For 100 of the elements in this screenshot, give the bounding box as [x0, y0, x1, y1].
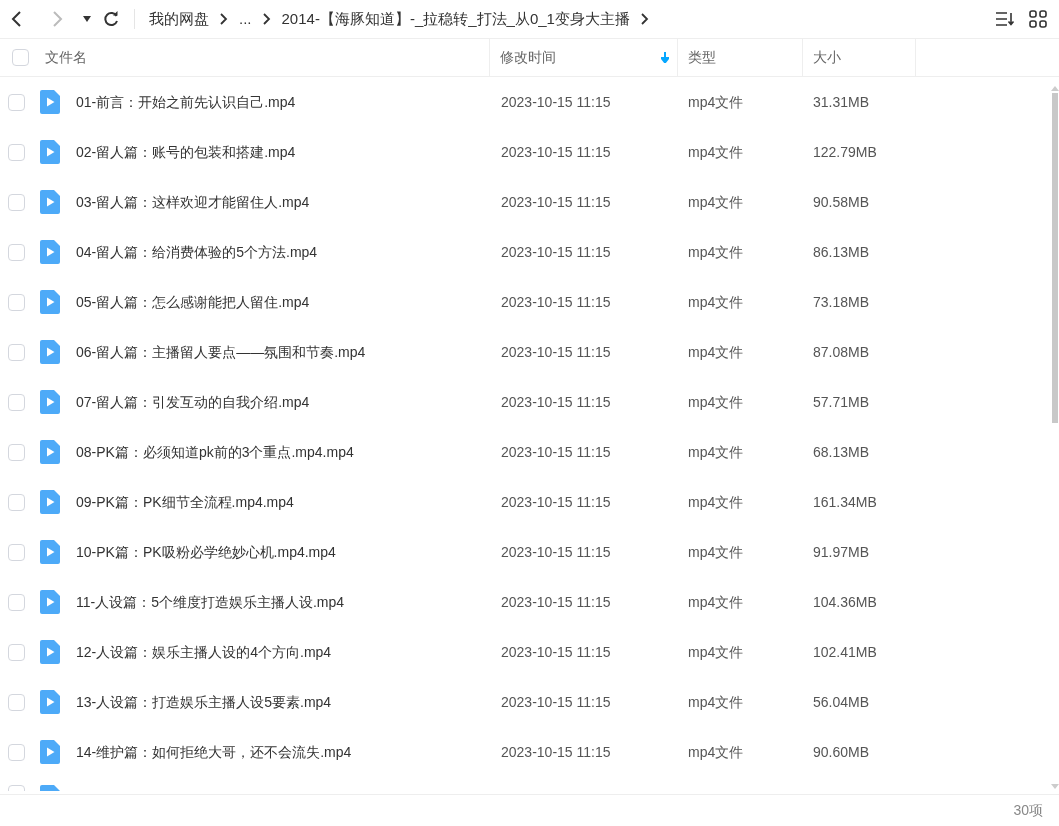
video-file-icon — [40, 540, 60, 564]
column-header[interactable]: 修改时间 — [490, 39, 678, 76]
column-header[interactable]: 大小 — [803, 39, 916, 76]
file-type: mp4文件 — [687, 742, 745, 762]
file-size: 122.79MB — [812, 142, 878, 162]
video-file-icon — [40, 440, 60, 464]
breadcrumb-item[interactable]: 我的网盘 — [149, 7, 209, 31]
file-row[interactable]: 05-留人篇：怎么感谢能把人留住.mp4 2023-10-15 11:15 mp4文件 73.18MB — [0, 277, 1051, 327]
sort-down-arrow-icon — [661, 52, 669, 63]
column-label: 文件名 — [45, 48, 87, 67]
modified-time: 2023-10-15 11:15 — [500, 492, 612, 512]
column-label: 大小 — [813, 48, 841, 67]
file-type: mp4文件 — [687, 142, 745, 162]
file-type: mp4文件 — [687, 442, 745, 462]
file-row[interactable]: 13-人设篇：打造娱乐主播人设5要素.mp4 2023-10-15 11:15 mp4文件 56.04MB — [0, 677, 1051, 727]
breadcrumb-item[interactable]: 2014-【海豚知道】-_拉稳转_打法_从0_1变身大主播 — [281, 7, 630, 31]
video-file-icon — [40, 690, 60, 714]
file-name: 03-留人篇：这样欢迎才能留住人.mp4 — [76, 192, 310, 212]
chevron-right-icon — [261, 13, 272, 25]
video-file-icon — [40, 240, 60, 264]
dropdown-caret-icon[interactable] — [82, 15, 92, 23]
video-file-icon — [40, 190, 60, 214]
file-row[interactable]: 01-前言：开始之前先认识自己.mp4 2023-10-15 11:15 mp4文件 31.31MB — [0, 77, 1051, 127]
checkbox[interactable] — [8, 443, 25, 461]
file-row[interactable]: 12-人设篇：娱乐主播人设的4个方向.mp4 2023-10-15 11:15 mp4文件 102.41MB — [0, 627, 1051, 677]
checkbox[interactable] — [8, 593, 25, 611]
file-row[interactable]: 11-人设篇：5个维度打造娱乐主播人设.mp4 2023-10-15 11:15 mp4文件 104.36MB — [0, 577, 1051, 627]
checkbox[interactable] — [8, 693, 25, 711]
checkbox[interactable] — [8, 643, 25, 661]
checkbox[interactable] — [8, 93, 25, 111]
file-name: 04-留人篇：给消费体验的5个方法.mp4 — [76, 242, 318, 262]
modified-time: 2023-10-15 11:15 — [500, 442, 612, 462]
column-header[interactable]: 文件名 — [0, 39, 490, 76]
file-type: mp4文件 — [687, 542, 745, 562]
file-name: 08-PK篇：必须知道pk前的3个重点.mp4.mp4 — [76, 442, 354, 462]
file-size: 57.71MB — [812, 392, 871, 412]
video-file-icon — [40, 290, 60, 314]
file-row[interactable]: 08-PK篇：必须知道pk前的3个重点.mp4.mp4 2023-10-15 11:15 mp4文件 68.13MB — [0, 427, 1051, 477]
file-row[interactable]: 09-PK篇：PK细节全流程.mp4.mp4 2023-10-15 11:15 mp4文件 161.34MB — [0, 477, 1051, 527]
file-type: mp4文件 — [687, 292, 745, 312]
chevron-right-icon — [219, 13, 229, 25]
video-file-icon — [40, 740, 60, 764]
column-header[interactable]: 类型 — [678, 39, 803, 76]
file-type: mp4文件 — [687, 92, 745, 112]
file-type: mp4文件 — [687, 392, 745, 412]
file-name: 11-人设篇：5个维度打造娱乐主播人设.mp4 — [76, 592, 345, 612]
file-row[interactable]: 03-留人篇：这样欢迎才能留住人.mp4 2023-10-15 11:15 mp4文件 90.58MB — [0, 177, 1051, 227]
column-label: 类型 — [688, 48, 716, 67]
file-size: 56.04MB — [812, 692, 871, 712]
breadcrumb-item[interactable]: ... — [239, 7, 252, 31]
file-row[interactable]: 10-PK篇：PK吸粉必学绝妙心机.mp4.mp4 2023-10-15 11:15 mp4文件 91.97MB — [0, 527, 1051, 577]
checkbox[interactable] — [8, 143, 25, 161]
scroll-up-icon[interactable] — [1051, 85, 1059, 91]
checkbox[interactable] — [8, 393, 25, 411]
video-file-icon — [40, 390, 60, 414]
modified-time: 2023-10-15 11:15 — [500, 192, 612, 212]
checkbox[interactable] — [8, 293, 25, 311]
file-type: mp4文件 — [687, 342, 745, 362]
grid-view-icon[interactable] — [1029, 10, 1047, 28]
checkbox[interactable] — [8, 493, 25, 511]
checkbox[interactable] — [8, 543, 25, 561]
modified-time: 2023-10-15 11:15 — [500, 542, 612, 562]
file-size: 90.58MB — [812, 192, 871, 212]
modified-time: 2023-10-15 11:15 — [500, 392, 612, 412]
checkbox[interactable] — [12, 49, 29, 66]
file-type: mp4文件 — [687, 492, 745, 512]
file-size: 73.18MB — [812, 292, 871, 312]
refresh-icon[interactable] — [102, 10, 120, 28]
video-file-icon — [40, 340, 60, 364]
modified-time: 2023-10-15 11:15 — [500, 642, 612, 662]
modified-time: 2023-10-15 11:15 — [500, 592, 612, 612]
checkbox[interactable] — [8, 343, 25, 361]
modified-time: 2023-10-15 11:15 — [500, 692, 612, 712]
file-row[interactable]: 06-留人篇：主播留人要点——氛围和节奏.mp4 2023-10-15 11:15 mp4文件 87.08MB — [0, 327, 1051, 377]
column-label: 修改时间 — [500, 48, 556, 67]
checkbox[interactable] — [8, 193, 25, 211]
file-name: 12-人设篇：娱乐主播人设的4个方向.mp4 — [76, 642, 332, 662]
file-size: 87.08MB — [812, 342, 871, 362]
file-size: 68.13MB — [812, 442, 871, 462]
file-row[interactable]: 02-留人篇：账号的包装和搭建.mp4 2023-10-15 11:15 mp4文件 122.79MB — [0, 127, 1051, 177]
modified-time: 2023-10-15 11:15 — [500, 342, 612, 362]
modified-time: 2023-10-15 11:15 — [500, 92, 612, 112]
scroll-down-icon[interactable] — [1051, 784, 1059, 790]
file-name: 14-维护篇：如何拒绝大哥，还不会流失.mp4 — [76, 742, 352, 762]
checkbox[interactable] — [8, 743, 25, 761]
file-name: 09-PK篇：PK细节全流程.mp4.mp4 — [76, 492, 294, 512]
item-count: 30项 — [1013, 801, 1043, 820]
file-row[interactable]: 07-留人篇：引发互动的自我介绍.mp4 2023-10-15 11:15 mp4文件 57.71MB — [0, 377, 1051, 427]
file-size: 90.60MB — [812, 742, 871, 762]
file-type: mp4文件 — [687, 192, 745, 212]
file-type: mp4文件 — [687, 642, 745, 662]
file-name: 07-留人篇：引发互动的自我介绍.mp4 — [76, 392, 310, 412]
video-file-icon — [40, 90, 60, 114]
file-size: 102.41MB — [812, 642, 878, 662]
file-row[interactable]: 14-维护篇：如何拒绝大哥，还不会流失.mp4 2023-10-15 11:15 mp4文件 90.60MB — [0, 727, 1051, 777]
file-row[interactable]: 04-留人篇：给消费体验的5个方法.mp4 2023-10-15 11:15 mp4文件 86.13MB — [0, 227, 1051, 277]
file-type: mp4文件 — [687, 242, 745, 262]
sort-list-icon[interactable] — [995, 11, 1015, 27]
modified-time: 2023-10-15 11:15 — [500, 242, 612, 262]
checkbox[interactable] — [8, 243, 25, 261]
